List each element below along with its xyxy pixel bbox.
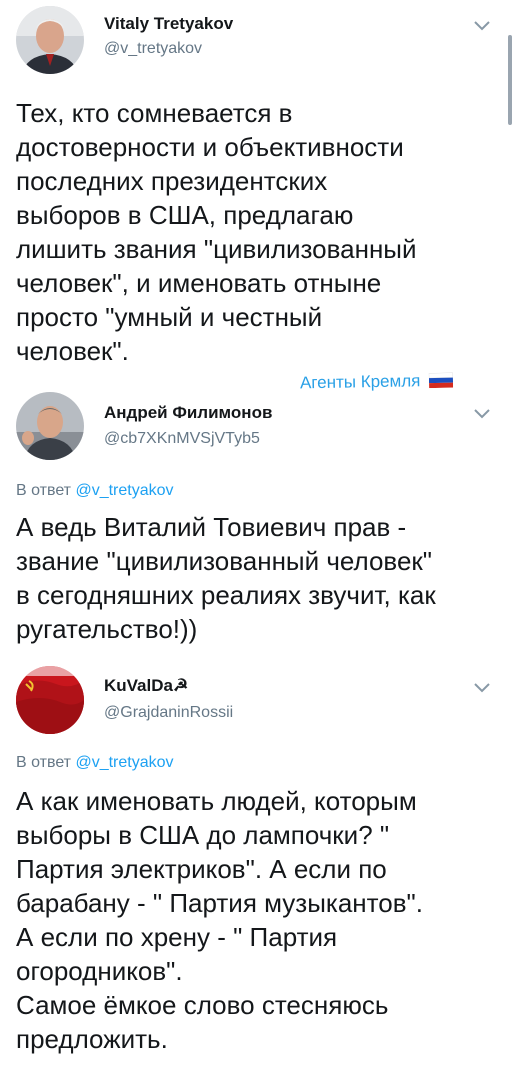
- chevron-down-icon[interactable]: [472, 18, 492, 32]
- tweet-3: KuValDa☭ @GrajdaninRossii В ответ @v_tre…: [0, 660, 514, 1080]
- reply-prefix: В ответ: [16, 482, 72, 499]
- avatar[interactable]: [16, 392, 84, 460]
- reply-context: В ответ @v_tretyakov: [16, 482, 174, 500]
- author-name[interactable]: KuValDa☭: [104, 676, 188, 696]
- author-handle[interactable]: @GrajdaninRossii: [104, 704, 233, 722]
- chevron-down-icon[interactable]: [472, 406, 492, 420]
- reply-prefix: В ответ: [16, 754, 72, 771]
- reply-mention-link[interactable]: @v_tretyakov: [75, 482, 173, 499]
- reply-mention-link[interactable]: @v_tretyakov: [75, 754, 173, 771]
- chevron-down-icon[interactable]: [472, 680, 492, 694]
- tweet-text: А как именовать людей, которым выборы в …: [16, 786, 423, 1054]
- avatar[interactable]: [16, 6, 84, 74]
- tweet-2: Андрей Филимонов @cb7XKnMVSjVTyb5 В отве…: [0, 386, 514, 666]
- reply-context: В ответ @v_tretyakov: [16, 754, 174, 772]
- author-name[interactable]: Андрей Филимонов: [104, 403, 272, 423]
- tweet-text: Тех, кто сомневается в достоверности и о…: [16, 98, 417, 366]
- author-handle[interactable]: @cb7XKnMVSjVTyb5: [104, 430, 260, 448]
- avatar[interactable]: [16, 666, 84, 734]
- tweet-1: Vitaly Tretyakov @v_tretyakov Тех, кто с…: [0, 0, 514, 380]
- author-name[interactable]: Vitaly Tretyakov: [104, 14, 233, 34]
- tweet-text: А ведь Виталий Товиевич прав - звание "ц…: [16, 512, 436, 644]
- author-handle[interactable]: @v_tretyakov: [104, 40, 202, 58]
